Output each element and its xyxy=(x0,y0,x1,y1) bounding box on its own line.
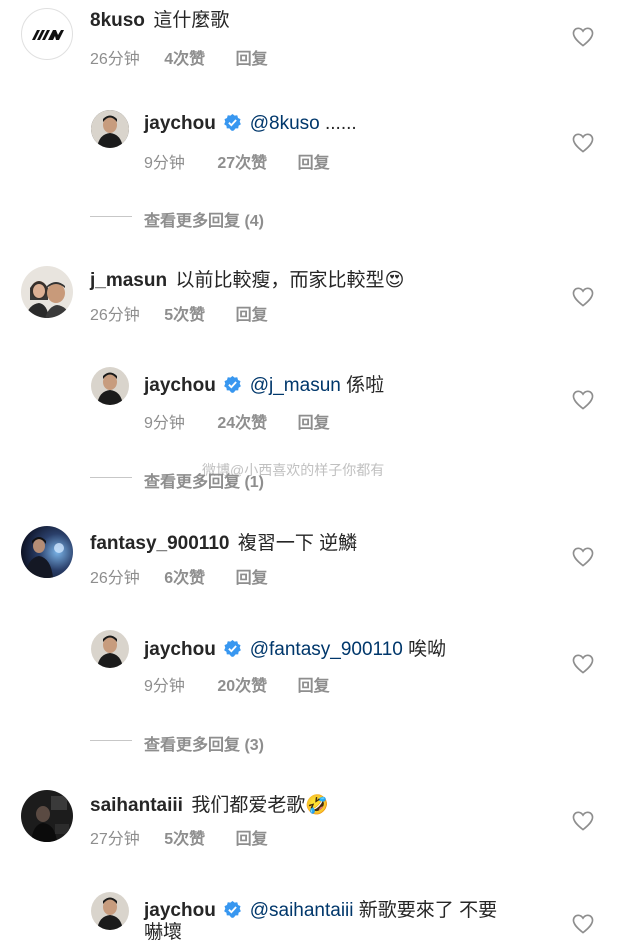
reply-button[interactable]: 回复 xyxy=(236,307,268,324)
avatar[interactable] xyxy=(21,266,73,318)
view-more-replies[interactable]: 查看更多回复 (4) xyxy=(144,207,264,231)
username[interactable]: fantasy_900110 xyxy=(90,533,229,554)
avatar[interactable] xyxy=(21,526,73,578)
avatar-jaychou[interactable] xyxy=(91,630,129,668)
avatar-jaychou[interactable] xyxy=(91,892,129,930)
heart-icon[interactable] xyxy=(572,390,594,410)
mention-link[interactable]: @j_masun xyxy=(250,375,341,396)
reply-button[interactable]: 回复 xyxy=(236,570,268,587)
comment-text-continued: 嚇壞 xyxy=(144,922,183,943)
timestamp: 9分钟 xyxy=(144,415,185,432)
divider xyxy=(90,477,132,478)
heart-icon[interactable] xyxy=(572,287,594,307)
bmw-m-logo-icon xyxy=(32,30,64,40)
reply-button[interactable]: 回复 xyxy=(298,155,330,172)
comment-text: 新歌要來了 不要 xyxy=(353,900,498,921)
comment-text: 複習一下 逆鱗 xyxy=(237,533,358,554)
username[interactable]: j_masun xyxy=(90,270,167,291)
like-count[interactable]: 20次赞 xyxy=(217,678,267,695)
comment-text: 我们都爱老歌 xyxy=(191,795,306,816)
timestamp: 26分钟 xyxy=(90,307,140,324)
timestamp: 9分钟 xyxy=(144,678,185,695)
comment-text: 唉呦 xyxy=(402,639,447,660)
mention-link[interactable]: @8kuso xyxy=(250,113,320,134)
like-count[interactable]: 6次赞 xyxy=(164,570,205,587)
mention-link[interactable]: @fantasy_900110 xyxy=(250,639,403,660)
reply-button[interactable]: 回复 xyxy=(236,51,268,68)
verified-badge-icon xyxy=(224,375,242,393)
comment-text: 以前比較瘦，而家比較型 xyxy=(175,270,385,291)
comment-text: 係啦 xyxy=(340,375,385,396)
comment-text: ...... xyxy=(319,113,357,134)
heart-icon[interactable] xyxy=(572,914,594,934)
heart-icon[interactable] xyxy=(572,133,594,153)
reply-button[interactable]: 回复 xyxy=(236,831,268,848)
like-count[interactable]: 27次赞 xyxy=(217,155,267,172)
heart-icon[interactable] xyxy=(572,547,594,567)
username[interactable]: 8kuso xyxy=(90,10,145,31)
avatar[interactable] xyxy=(21,790,73,842)
avatar[interactable] xyxy=(21,8,73,60)
verified-badge-icon xyxy=(224,639,242,657)
reply-button[interactable]: 回复 xyxy=(298,678,330,695)
laughing-emoji: 🤣 xyxy=(305,795,330,816)
like-count[interactable]: 4次赞 xyxy=(164,51,205,68)
timestamp: 26分钟 xyxy=(90,51,140,68)
timestamp: 26分钟 xyxy=(90,570,140,587)
divider xyxy=(90,216,132,217)
avatar-jaychou[interactable] xyxy=(91,367,129,405)
username[interactable]: jaychou xyxy=(144,375,216,396)
weibo-watermark: 微博@小西喜欢的样子你都有 xyxy=(202,462,385,478)
heart-icon[interactable] xyxy=(572,27,594,47)
verified-badge-icon xyxy=(224,900,242,918)
heart-icon[interactable] xyxy=(572,654,594,674)
reply-button[interactable]: 回复 xyxy=(298,415,330,432)
like-count[interactable]: 5次赞 xyxy=(164,831,205,848)
heart-eyes-emoji: 😍 xyxy=(384,270,405,291)
like-count[interactable]: 24次赞 xyxy=(217,415,267,432)
timestamp: 9分钟 xyxy=(144,155,185,172)
username[interactable]: saihantaiii xyxy=(90,795,183,816)
like-count[interactable]: 5次赞 xyxy=(164,307,205,324)
view-more-replies[interactable]: 查看更多回复 (3) xyxy=(144,731,264,755)
username[interactable]: jaychou xyxy=(144,113,216,134)
comment-text: 這什麼歌 xyxy=(153,10,230,31)
mention-link[interactable]: @saihantaiii xyxy=(250,900,354,921)
heart-icon[interactable] xyxy=(572,811,594,831)
avatar-jaychou[interactable] xyxy=(91,110,129,148)
username[interactable]: jaychou xyxy=(144,639,216,660)
timestamp: 27分钟 xyxy=(90,831,140,848)
divider xyxy=(90,740,132,741)
verified-badge-icon xyxy=(224,113,242,131)
